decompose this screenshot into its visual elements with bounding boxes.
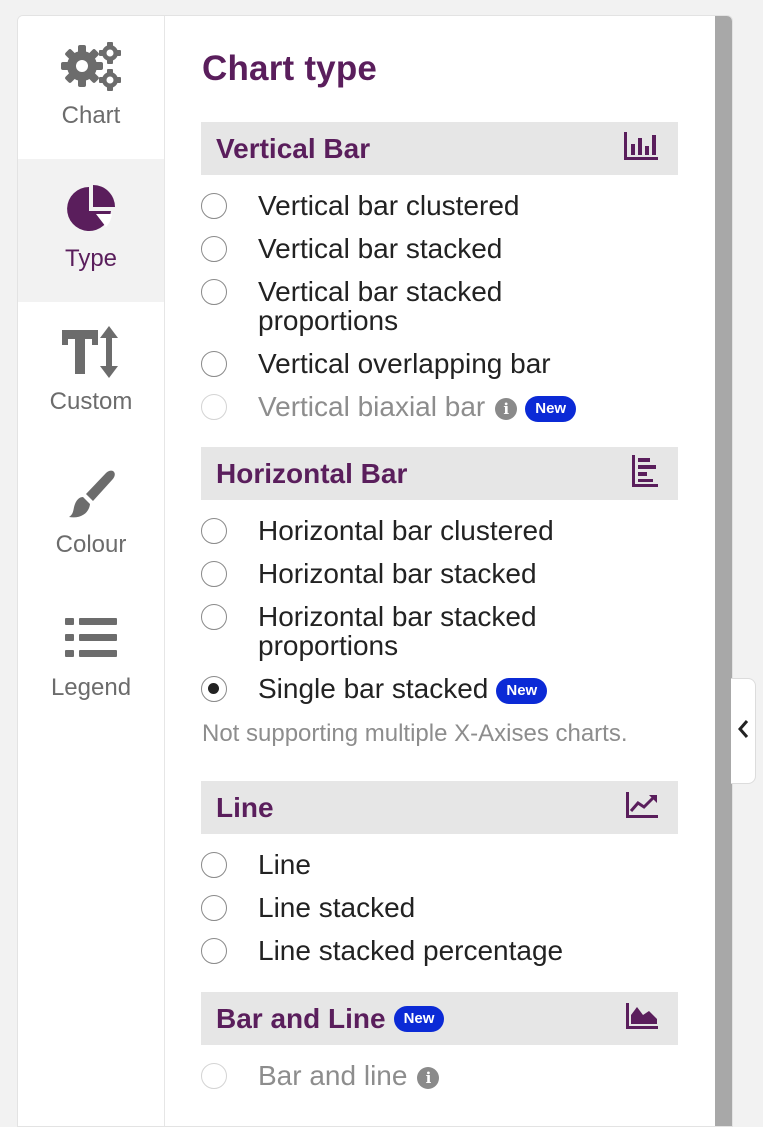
option-label: Vertical biaxial bar [258, 391, 486, 422]
option-label: Horizontal bar stacked [258, 558, 537, 589]
section-header-horizontal-bar: Horizontal Bar [201, 447, 678, 500]
area-chart-icon [626, 1003, 658, 1034]
option-label: Horizontal bar stacked proportions [258, 601, 537, 661]
info-icon[interactable]: i [495, 397, 518, 420]
sidebar-item-label: Chart [61, 102, 121, 129]
radio-button [201, 394, 227, 420]
radio-option-vertical-overlapping-bar[interactable]: Vertical overlapping bar [201, 349, 678, 378]
text-size-icon [62, 326, 120, 378]
gears-icon [60, 40, 122, 92]
option-label: Vertical bar stacked [258, 233, 503, 264]
sidebar-item-colour[interactable]: Colour [18, 445, 164, 588]
section-header-line: Line [201, 781, 678, 834]
horizontal-bar-chart-icon [632, 455, 658, 492]
section-title: Line [216, 791, 274, 823]
option-label: Horizontal bar clustered [258, 515, 554, 546]
radio-option-line-stacked-percentage[interactable]: Line stacked percentage [201, 936, 678, 965]
radio-option-vertical-bar-stacked-proportions[interactable]: Vertical bar stacked proportions [201, 277, 558, 335]
option-label: Single bar stacked [258, 673, 489, 704]
radio-option-single-bar-stacked[interactable]: Single bar stacked New [201, 674, 678, 704]
option-label: Bar and line [258, 1060, 408, 1091]
sidebar-item-label: Type [64, 245, 118, 272]
section-header-bar-and-line: Bar and Line New [201, 992, 678, 1045]
radio-button[interactable] [201, 193, 227, 219]
section-note: Not supporting multiple X-Axises charts. [202, 720, 628, 747]
section-title: Bar and Line [216, 1002, 386, 1034]
chevron-left-icon [737, 719, 749, 744]
section-title-row: Bar and Line New [216, 1002, 445, 1035]
radio-option-line[interactable]: Line [201, 850, 678, 879]
radio-button[interactable] [201, 895, 227, 921]
section-title: Vertical Bar [216, 132, 371, 164]
collapse-panel-button[interactable] [731, 678, 756, 784]
vertical-bar-chart-icon [624, 132, 658, 165]
radio-button[interactable] [201, 279, 227, 305]
sidebar-item-label: Colour [55, 531, 127, 558]
radio-option-vertical-bar-stacked[interactable]: Vertical bar stacked [201, 234, 678, 263]
radio-option-horizontal-bar-stacked-proportions[interactable]: Horizontal bar stacked proportions [201, 602, 578, 660]
radio-button [201, 1063, 227, 1089]
option-label-row: Vertical biaxial bar i New [258, 392, 678, 422]
sidebar-item-chart[interactable]: Chart [18, 16, 164, 159]
brush-icon [65, 469, 117, 521]
radio-option-vertical-biaxial-bar: Vertical biaxial bar i New [201, 392, 678, 422]
info-icon[interactable]: i [417, 1066, 440, 1089]
new-badge: New [496, 677, 548, 704]
radio-button[interactable] [201, 938, 227, 964]
sidebar-item-legend[interactable]: Legend [18, 588, 164, 731]
list-icon [65, 612, 117, 664]
option-label-row: Bar and line i [258, 1061, 678, 1090]
section-header-vertical-bar: Vertical Bar [201, 122, 678, 175]
radio-button[interactable] [201, 604, 227, 630]
page-title: Chart type [202, 49, 378, 88]
radio-option-bar-and-line: Bar and line i [201, 1061, 678, 1090]
radio-option-horizontal-bar-clustered[interactable]: Horizontal bar clustered [201, 516, 678, 545]
radio-button[interactable] [201, 236, 227, 262]
radio-button[interactable] [201, 518, 227, 544]
chart-type-content: Chart type Vertical Bar Vertical bar clu… [201, 16, 691, 1126]
pie-chart-icon [65, 183, 117, 235]
radio-option-line-stacked[interactable]: Line stacked [201, 893, 678, 922]
option-label-row: Single bar stacked New [258, 674, 678, 704]
line-chart-icon [626, 792, 658, 823]
option-label: Vertical bar stacked proportions [258, 276, 503, 336]
radio-button[interactable] [201, 676, 227, 702]
sidebar-item-custom[interactable]: Custom [18, 302, 164, 445]
section-title: Horizontal Bar [216, 457, 408, 489]
new-badge: New [393, 1005, 445, 1032]
scrollbar[interactable] [715, 16, 732, 1126]
sidebar-item-label: Legend [50, 674, 132, 701]
option-label: Line [258, 849, 311, 880]
chart-settings-panel: Chart Type Custom Colour Legend Chart ty… [17, 15, 733, 1127]
radio-button[interactable] [201, 351, 227, 377]
new-badge: New [525, 395, 577, 422]
option-label: Vertical bar clustered [258, 190, 520, 221]
option-label: Vertical overlapping bar [258, 348, 551, 379]
sidebar-item-type[interactable]: Type [18, 159, 164, 302]
sidebar-item-label: Custom [49, 388, 133, 415]
radio-option-horizontal-bar-stacked[interactable]: Horizontal bar stacked [201, 559, 678, 588]
option-label: Line stacked percentage [258, 935, 564, 966]
radio-option-vertical-bar-clustered[interactable]: Vertical bar clustered [201, 191, 678, 220]
radio-button[interactable] [201, 561, 227, 587]
radio-button[interactable] [201, 852, 227, 878]
option-label: Line stacked [258, 892, 416, 923]
settings-sidebar: Chart Type Custom Colour Legend [18, 16, 165, 1126]
